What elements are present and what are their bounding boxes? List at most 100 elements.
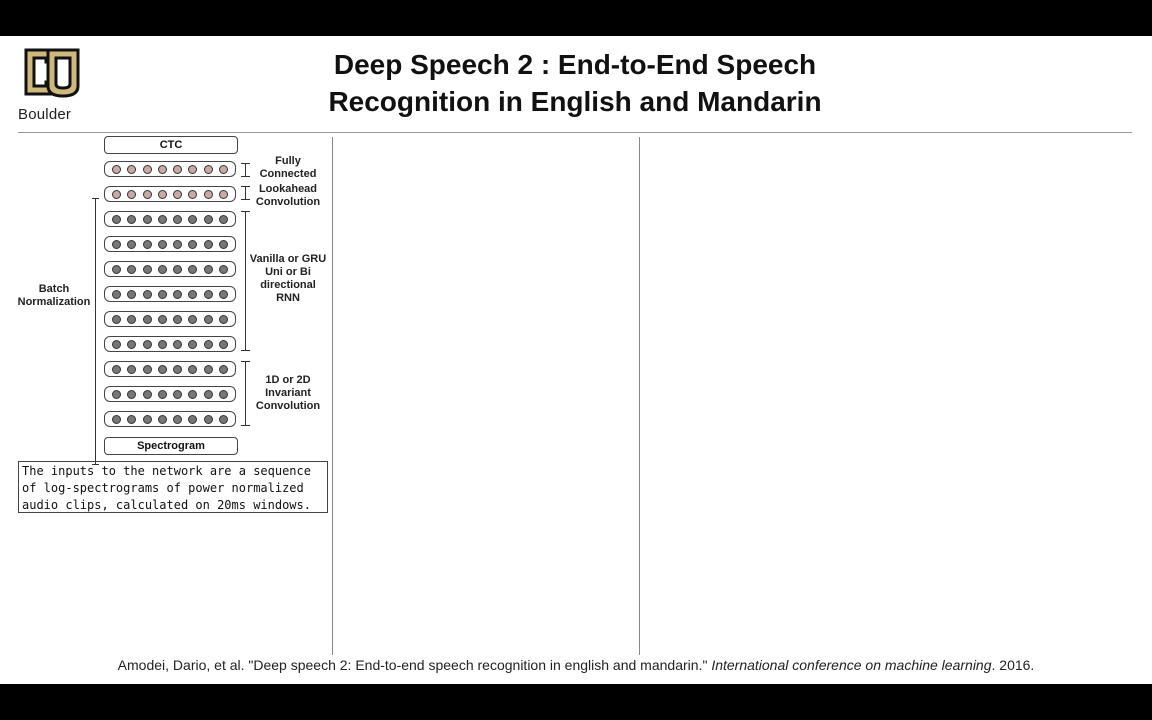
rnn-label: Vanilla or GRU Uni or Bi directional RNN <box>249 253 327 304</box>
neuron-node <box>173 289 183 299</box>
network-layer-conv <box>104 386 236 402</box>
neuron-node <box>157 314 167 324</box>
neuron-node <box>203 314 213 324</box>
neuron-node <box>203 414 213 424</box>
lookahead-convolution-label: Lookahead Convolution <box>255 183 321 208</box>
neuron-node <box>142 264 152 274</box>
network-layer-conv <box>104 361 236 377</box>
neuron-node <box>173 389 183 399</box>
ctc-box: CTC <box>104 136 238 154</box>
network-layer-fc <box>104 161 236 177</box>
input-description-note: The inputs to the network are a sequence… <box>18 461 328 513</box>
neuron-node <box>127 189 137 199</box>
neuron-node <box>188 264 198 274</box>
neuron-node <box>188 214 198 224</box>
neuron-node <box>112 264 122 274</box>
neuron-node <box>218 364 228 374</box>
neuron-node <box>142 164 152 174</box>
network-layer-rnn <box>104 336 236 352</box>
neuron-node <box>203 389 213 399</box>
neuron-node <box>218 339 228 349</box>
neuron-node <box>218 164 228 174</box>
cu-logo-icon <box>24 48 80 98</box>
neuron-node <box>112 389 122 399</box>
neuron-node <box>188 239 198 249</box>
neuron-node <box>173 264 183 274</box>
network-layer-lookahead <box>104 186 236 202</box>
network-layer-rnn <box>104 311 236 327</box>
title-line-2: Recognition in English and Mandarin <box>328 86 822 117</box>
neuron-node <box>142 339 152 349</box>
fully-connected-label: Fully Connected <box>259 155 317 180</box>
neuron-node <box>142 239 152 249</box>
neuron-node <box>173 364 183 374</box>
neuron-node <box>173 414 183 424</box>
neuron-node <box>188 189 198 199</box>
citation-authors: Amodei, Dario, et al. "Deep speech 2: En… <box>117 657 712 673</box>
neuron-node <box>127 414 137 424</box>
neuron-node <box>173 314 183 324</box>
neuron-node <box>203 339 213 349</box>
neuron-node <box>173 339 183 349</box>
neuron-node <box>157 339 167 349</box>
neuron-node <box>203 264 213 274</box>
neuron-node <box>112 314 122 324</box>
neuron-node <box>218 389 228 399</box>
deep-speech-2-architecture-diagram: CTC Spectrogram Fully Connected Lookahea… <box>0 134 332 465</box>
neuron-node <box>218 214 228 224</box>
neuron-node <box>142 189 152 199</box>
neuron-node <box>203 189 213 199</box>
citation-year: . 2016. <box>991 657 1035 673</box>
neuron-node <box>203 164 213 174</box>
neuron-node <box>157 414 167 424</box>
column-divider-1 <box>332 137 333 655</box>
neuron-node <box>218 189 228 199</box>
neuron-node <box>127 339 137 349</box>
neuron-node <box>157 364 167 374</box>
neuron-node <box>112 189 122 199</box>
neuron-node <box>218 414 228 424</box>
neuron-node <box>173 189 183 199</box>
title-line-1: Deep Speech 2 : End-to-End Speech <box>333 49 817 80</box>
neuron-node <box>188 314 198 324</box>
neuron-node <box>142 414 152 424</box>
neuron-node <box>142 314 152 324</box>
column-divider-2 <box>639 137 640 655</box>
network-layer-rnn <box>104 286 236 302</box>
rnn-bracket <box>241 211 255 351</box>
invariant-convolution-label: 1D or 2D Invariant Convolution <box>255 374 321 412</box>
neuron-node <box>127 264 137 274</box>
logo-text: Boulder <box>18 106 72 123</box>
neuron-node <box>127 164 137 174</box>
neuron-node <box>112 214 122 224</box>
neuron-node <box>142 289 152 299</box>
citation-venue: International conference on machine lear… <box>711 657 992 673</box>
neuron-node <box>112 289 122 299</box>
neuron-node <box>127 314 137 324</box>
spectrogram-box: Spectrogram <box>104 437 238 455</box>
conv-bracket <box>241 361 255 426</box>
neuron-node <box>188 414 198 424</box>
neuron-node <box>142 214 152 224</box>
neuron-node <box>112 164 122 174</box>
neuron-node <box>157 214 167 224</box>
batch-normalization-label: Batch Normalization <box>17 283 91 308</box>
neuron-node <box>203 239 213 249</box>
neuron-node <box>157 164 167 174</box>
citation: Amodei, Dario, et al. "Deep speech 2: En… <box>0 657 1152 673</box>
network-layer-rnn <box>104 261 236 277</box>
network-layer-conv <box>104 411 236 427</box>
neuron-node <box>218 239 228 249</box>
neuron-node <box>188 289 198 299</box>
fully-connected-bracket <box>241 163 255 177</box>
neuron-node <box>188 164 198 174</box>
neuron-node <box>203 289 213 299</box>
neuron-node <box>142 364 152 374</box>
neuron-node <box>142 389 152 399</box>
neuron-node <box>157 289 167 299</box>
neuron-node <box>157 189 167 199</box>
neuron-node <box>173 239 183 249</box>
neuron-node <box>157 389 167 399</box>
neuron-node <box>127 389 137 399</box>
neuron-node <box>157 239 167 249</box>
